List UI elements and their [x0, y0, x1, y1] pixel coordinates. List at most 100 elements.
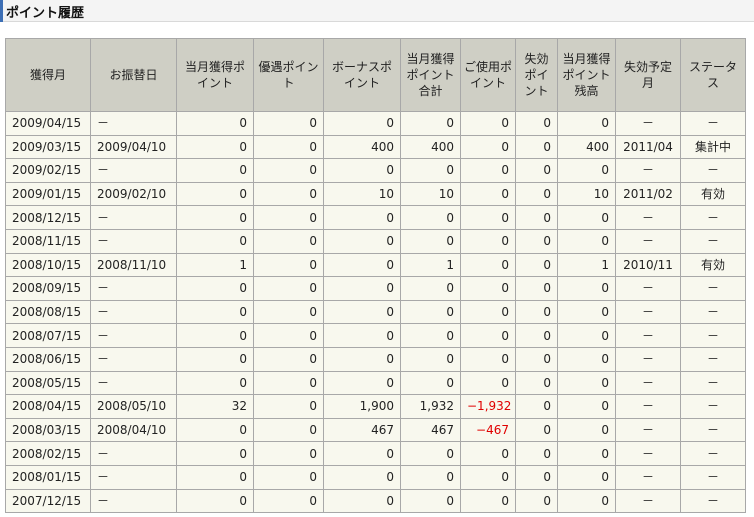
cell-used-points: 0 — [460, 299, 516, 325]
cell-expired-points: 0 — [515, 346, 558, 372]
cell-used-points: 0 — [460, 464, 516, 490]
cell-monthly-points: 1 — [176, 252, 254, 278]
cell-monthly-total: 1,932 — [400, 394, 461, 419]
cell-expired-points: 0 — [515, 252, 558, 278]
cell-month: 2008/08/15 — [5, 299, 91, 325]
cell-used-points: 0 — [460, 346, 516, 372]
cell-monthly-balance: 0 — [557, 228, 616, 254]
header-monthly-balance: 当月獲得ポイント残高 — [557, 38, 616, 112]
cell-expiry-month: － — [615, 111, 681, 136]
cell-preferential-points: 0 — [253, 181, 324, 207]
table-row: 2008/11/15 － 0 0 0 0 0 0 0 －－ — [5, 228, 746, 254]
cell-bonus-points: 467 — [323, 417, 401, 443]
cell-monthly-points: 0 — [176, 370, 254, 396]
cell-expired-points: 0 — [515, 205, 558, 230]
cell-expiry-month: － — [615, 441, 681, 466]
cell-status: － — [680, 276, 746, 301]
cell-month: 2009/04/15 — [5, 111, 91, 136]
cell-expiry-month: － — [615, 299, 681, 325]
cell-expiry-month: － — [615, 346, 681, 372]
cell-used-points: 0 — [460, 134, 516, 160]
cell-monthly-points: 0 — [176, 323, 254, 348]
cell-expired-points: 0 — [515, 488, 558, 514]
cell-monthly-points: 0 — [176, 111, 254, 136]
cell-expiry-month: － — [615, 370, 681, 396]
point-history-table: 獲得月 お振替日 当月獲得ポイント 優遇ポイント ボーナスポイント 当月獲得ポイント合計ご… — [5, 38, 746, 514]
cell-transfer-date: － — [90, 111, 177, 136]
header-transfer-date: お振替日 — [90, 38, 177, 112]
cell-preferential-points: 0 — [253, 252, 324, 278]
cell-monthly-points: 0 — [176, 299, 254, 325]
cell-transfer-date: 2008/11/10 — [90, 252, 177, 278]
page-title: ポイント履歴 — [6, 6, 85, 21]
cell-preferential-points: 0 — [253, 464, 324, 490]
cell-expired-points: 0 — [515, 276, 558, 301]
cell-expired-points: 0 — [515, 158, 558, 183]
cell-bonus-points: 0 — [323, 276, 401, 301]
cell-used-points: 0 — [460, 228, 516, 254]
cell-month: 2008/09/15 — [5, 276, 91, 301]
cell-preferential-points: 0 — [253, 394, 324, 419]
cell-preferential-points: 0 — [253, 370, 324, 396]
cell-transfer-date: － — [90, 205, 177, 230]
cell-expired-points: 0 — [515, 299, 558, 325]
cell-monthly-balance: 0 — [557, 346, 616, 372]
cell-transfer-date: 2009/04/10 — [90, 134, 177, 160]
cell-transfer-date: － — [90, 464, 177, 490]
cell-bonus-points: 0 — [323, 252, 401, 278]
cell-monthly-balance: 0 — [557, 488, 616, 514]
cell-bonus-points: 0 — [323, 111, 401, 136]
cell-preferential-points: 0 — [253, 417, 324, 443]
cell-expired-points: 0 — [515, 417, 558, 443]
cell-bonus-points: 0 — [323, 205, 401, 230]
cell-monthly-balance: 0 — [557, 370, 616, 396]
cell-monthly-balance: 400 — [557, 134, 616, 160]
page-header: ポイント履歴 — [0, 0, 754, 22]
cell-expired-points: 0 — [515, 394, 558, 419]
cell-used-points: −1,932 — [460, 394, 516, 419]
cell-expiry-month: － — [615, 276, 681, 301]
cell-status: － — [680, 346, 746, 372]
cell-monthly-points: 0 — [176, 441, 254, 466]
cell-preferential-points: 0 — [253, 134, 324, 160]
cell-monthly-balance: 0 — [557, 323, 616, 348]
table-row: 2008/07/15 － 0 0 0 0 0 0 0 －－ — [5, 323, 746, 348]
table-header-row: 獲得月 お振替日 当月獲得ポイント 優遇ポイント ボーナスポイント 当月獲得ポイント合計ご… — [5, 38, 746, 112]
cell-status: － — [680, 228, 746, 254]
table-row: 2009/01/15 2009/02/10 0 0 10 10 0 0 10 2011/02 有効 — [5, 181, 746, 207]
table-row: 2008/12/15 － 0 0 0 0 0 0 0 －－ — [5, 205, 746, 230]
cell-monthly-total: 0 — [400, 276, 461, 301]
cell-bonus-points: 0 — [323, 299, 401, 325]
cell-monthly-balance: 0 — [557, 299, 616, 325]
cell-bonus-points: 400 — [323, 134, 401, 160]
table-row: 2009/03/15 2009/04/10 0 0 400 400 0 0 400 2011/04… — [5, 134, 746, 160]
table-row: 2009/04/15 － 0 0 0 0 0 0 0 －－ — [5, 111, 746, 136]
header-used-points: ご使用ポイント — [460, 38, 516, 112]
cell-monthly-balance: 0 — [557, 158, 616, 183]
cell-status: － — [680, 299, 746, 325]
cell-expired-points: 0 — [515, 111, 558, 136]
cell-monthly-total: 10 — [400, 181, 461, 207]
cell-monthly-total: 0 — [400, 205, 461, 230]
cell-monthly-points: 0 — [176, 464, 254, 490]
cell-expiry-month: － — [615, 464, 681, 490]
cell-used-points: −467 — [460, 417, 516, 443]
header-monthly-total: 当月獲得ポイント合計 — [400, 38, 461, 112]
cell-bonus-points: 0 — [323, 228, 401, 254]
cell-monthly-points: 0 — [176, 346, 254, 372]
cell-month: 2008/04/15 — [5, 394, 91, 419]
cell-month: 2008/05/15 — [5, 370, 91, 396]
cell-monthly-balance: 1 — [557, 252, 616, 278]
cell-expiry-month: － — [615, 323, 681, 348]
cell-expired-points: 0 — [515, 370, 558, 396]
cell-bonus-points: 1,900 — [323, 394, 401, 419]
header-expired-points: 失効ポイント — [515, 38, 558, 112]
cell-preferential-points: 0 — [253, 441, 324, 466]
cell-monthly-points: 0 — [176, 158, 254, 183]
cell-status: － — [680, 323, 746, 348]
cell-expiry-month: － — [615, 488, 681, 514]
table-row: 2008/10/15 2008/11/10 1 0 0 1 0 0 1 2010/11 有効 — [5, 252, 746, 278]
cell-month: 2008/10/15 — [5, 252, 91, 278]
cell-transfer-date: － — [90, 488, 177, 514]
cell-monthly-total: 0 — [400, 441, 461, 466]
